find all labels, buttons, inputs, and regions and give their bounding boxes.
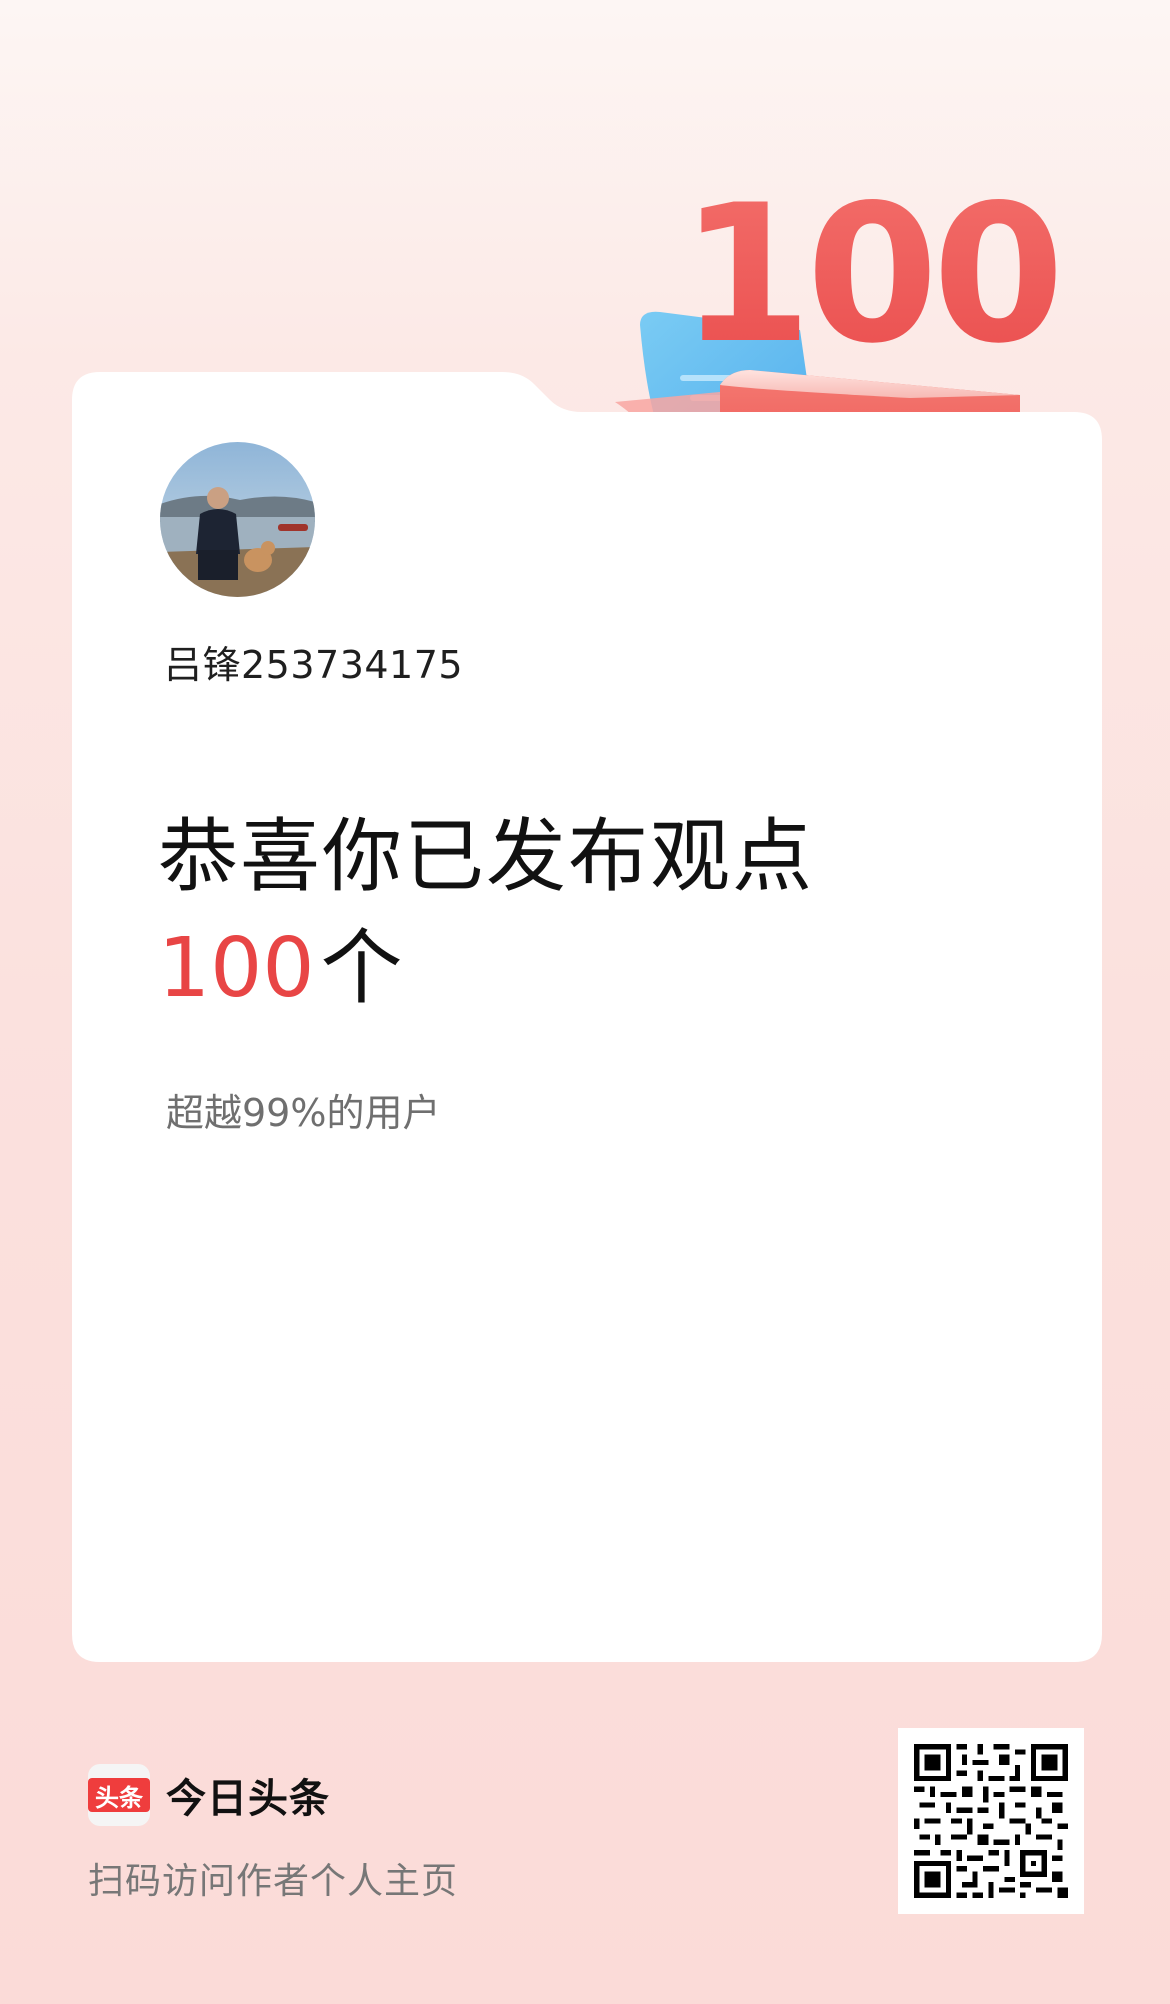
avatar[interactable] [160, 442, 315, 597]
qr-code-icon[interactable] [898, 1728, 1084, 1914]
username[interactable]: 吕锋253734175 [164, 634, 463, 689]
app-name: 今日头条 [166, 1776, 330, 1822]
toutiao-logo-icon: 头条 [88, 1764, 150, 1826]
scan-hint-text: 扫码访问作者个人主页 [88, 1861, 459, 1902]
brand: 头条 今日头条 [88, 1764, 330, 1826]
logo-text: 头条 [88, 1778, 150, 1812]
badge-number: 100 [680, 164, 1059, 385]
rank-percentile-text: 超越99%的用户 [166, 1091, 441, 1135]
count-unit: 个 [320, 921, 403, 1016]
achievement-headline: 恭喜你已发布观点 [158, 810, 814, 903]
post-count: 100 [158, 921, 315, 1016]
achievement-count-line: 100个 [158, 928, 403, 1010]
achievement-card: 吕锋253734175 恭喜你已发布观点 100个 超越99%的用户 [72, 372, 1102, 1662]
